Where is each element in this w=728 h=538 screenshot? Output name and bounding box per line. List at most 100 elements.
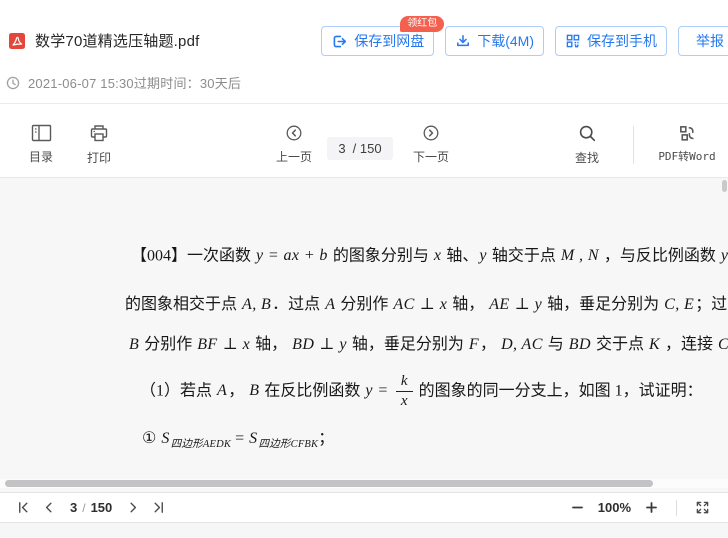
text-segment: ； [318,430,334,447]
doc-line: （1）若点 A， B 在反比例函数 y = kx 的图象的同一分支上，如图 1，… [125,373,698,411]
text-segment: D, AC [500,336,544,353]
text-segment: 轴， [448,296,488,313]
text-segment: F [468,336,480,353]
text-segment: ，与反比例函数 [600,247,720,264]
text-segment: x [242,336,252,353]
text-segment: CD [717,336,728,353]
save-to-phone-button[interactable]: 保存到手机 [555,26,667,56]
text-segment: 轴，垂足分别为 [348,336,468,353]
minus-icon [571,501,584,514]
save-to-phone-label: 保存到手机 [587,31,657,51]
next-page-label: 下一页 [413,148,449,165]
next-page-button[interactable]: 下一页 [409,124,453,165]
prev-page-button[interactable]: 上一页 [272,124,316,165]
toolbar: 目录 打印 上一页 3 / [0,104,728,178]
page-number-input[interactable]: 3 / 150 [327,137,393,160]
clock-icon [6,76,20,90]
pdf-to-word-button[interactable]: PDF转Word [652,124,722,164]
printer-icon [89,124,109,143]
next-page-bottom-button[interactable] [124,498,143,517]
text-segment: M , N [560,247,600,264]
save-to-cloud-label: 保存到网盘 [354,31,424,51]
text-segment: 轴， [251,336,291,353]
text-segment: 分别作 [336,296,392,313]
bottom-bar: 3 / 150 100% [0,493,728,523]
first-page-button[interactable] [14,498,33,517]
toc-button[interactable]: 目录 [22,124,60,165]
search-icon [578,124,597,143]
next-circle-icon [422,124,440,142]
text-segment: 在反比例函数 [260,382,364,399]
last-page-button[interactable] [149,498,168,517]
text-segment: x [433,247,443,264]
plus-icon [645,501,658,514]
text-segment: ， [228,382,248,399]
first-page-icon [16,500,31,515]
text-segment: 与 [544,336,568,353]
bottom-page-nav: 3 / 150 [0,498,168,517]
text-segment: A, B [241,296,272,313]
toolbar-divider [633,126,634,164]
download-button[interactable]: 下载(4M) [445,26,544,56]
page-total: / 150 [353,141,382,156]
text-segment: BF [196,336,218,353]
zoom-out-button[interactable] [569,499,586,516]
page-current[interactable]: 3 [338,141,345,156]
text-segment: ；过点 [695,296,728,313]
text-segment: B [248,382,260,399]
expire-info-text: 2021-06-07 15:30过期时间：30天后 [28,73,241,92]
zoom-controls: 100% [569,498,712,517]
doc-line: 【004】一次函数 y = ax + b 的图象分别与 x 轴、y 轴交于点 M… [125,238,698,276]
zoom-in-button[interactable] [643,499,660,516]
text-segment: ．过点 [272,296,324,313]
text-segment: x [439,296,449,313]
print-button[interactable]: 打印 [80,124,118,166]
text-segment: BD [291,336,315,353]
bottom-page-current: 3 [70,500,77,515]
file-info: 数学70道精选压轴题.pdf [8,30,200,51]
text-segment: C, E [663,296,695,313]
report-button[interactable]: 举报 [678,26,728,56]
fullscreen-button[interactable] [693,498,712,517]
header-buttons: 领红包 保存到网盘 下 [321,26,728,56]
text-segment: 交于点 [592,336,648,353]
prev-page-label: 上一页 [276,148,312,165]
save-to-cloud-button[interactable]: 领红包 保存到网盘 [321,26,434,56]
fraction: kx [396,373,413,411]
doc-line: B 分别作 BF ⊥ x 轴， BD ⊥ y 轴，垂足分别为 F， D, AC … [125,333,698,356]
next-page-bottom-icon [126,500,141,515]
print-label: 打印 [87,149,111,166]
text-segment: 的图象分别与 [329,247,433,264]
text-segment: y [338,336,348,353]
vertical-scrollbar-thumb[interactable] [722,180,727,192]
document-page: 【004】一次函数 y = ax + b 的图象分别与 x 轴、 y 轴交于点 M… [0,178,728,453]
text-segment: y = ax + b [255,247,329,264]
download-icon [455,33,471,49]
text-segment: （1）若点 [140,382,216,399]
text-segment: y [534,296,544,313]
text-segment: AE [488,296,510,313]
text-segment: 轴、 [442,247,478,264]
prev-circle-icon [285,124,303,142]
doc-line: 的图象相交于点 A, B．过点 A 分别作 AC ⊥ x 轴， AE ⊥ y 轴… [125,293,698,316]
report-label: 举报 [696,31,724,51]
footer-strip [0,523,728,538]
header: 数学70道精选压轴题.pdf 领红包 保存到网盘 [0,0,728,104]
find-label: 查找 [575,149,599,166]
previous-page-icon [41,500,56,515]
text-segment: 【004】一次函数 [131,247,255,264]
toc-label: 目录 [29,148,53,165]
previous-page-button[interactable] [39,498,58,517]
horizontal-scrollbar-thumb[interactable] [5,480,653,487]
text-segment: ① [142,430,160,447]
export-icon [331,33,348,50]
find-button[interactable]: 查找 [565,124,609,166]
download-label: 下载(4M) [477,31,534,51]
text-segment: 轴交于点 [488,247,560,264]
text-segment: ⊥ [315,336,338,353]
red-packet-badge: 领红包 [400,16,444,32]
subscripted-term: S四边形AEDK [160,430,231,447]
text-segment: 分别作 [140,336,196,353]
fullscreen-icon [695,500,710,515]
text-segment: ⊥ [511,296,534,313]
